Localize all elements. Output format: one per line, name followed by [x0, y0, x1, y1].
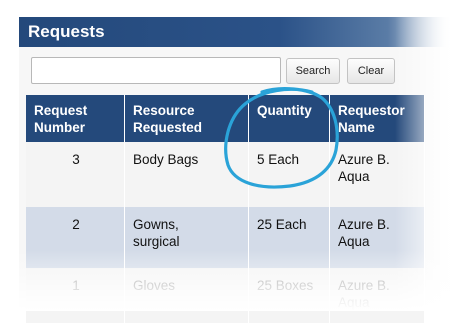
cell-requestor: Azure B. Aqua — [329, 142, 425, 207]
cell-request-number: 1 — [26, 268, 125, 323]
cell-requestor: Azure B. Aqua — [329, 268, 425, 323]
column-header-requestor-name[interactable]: Requestor Name — [329, 95, 425, 142]
panel-header: Requests — [19, 17, 453, 47]
requests-table: Request Number Resource Requested Quantity… — [26, 95, 425, 323]
cell-quantity: 25 Each — [248, 207, 330, 268]
search-button[interactable]: Search — [286, 58, 340, 84]
cell-resource: Gowns, surgical — [124, 207, 249, 268]
clear-button[interactable]: Clear — [347, 58, 395, 84]
table-header-row: Request Number Resource Requested Quantity… — [26, 95, 425, 142]
table-row[interactable]: 2 Gowns, surgical 25 Each Azure B. Aqua — [26, 207, 425, 268]
table-row[interactable]: 3 Body Bags 5 Each Azure B. Aqua — [26, 142, 425, 207]
search-bar: Search Clear — [19, 47, 453, 93]
cell-quantity: 5 Each — [248, 142, 330, 207]
requests-panel: Requests Search Clear Request Number Reso… — [19, 17, 453, 323]
column-header-resource-requested[interactable]: Resource Requested — [124, 95, 249, 142]
cell-request-number: 3 — [26, 142, 125, 207]
cell-requestor: Azure B. Aqua — [329, 207, 425, 268]
panel-title: Requests — [28, 22, 105, 41]
column-header-request-number[interactable]: Request Number — [26, 95, 125, 142]
search-input[interactable] — [31, 57, 281, 84]
cell-request-number: 2 — [26, 207, 125, 268]
table-row[interactable]: 1 Gloves 25 Boxes Azure B. Aqua — [26, 268, 425, 323]
cell-resource: Body Bags — [124, 142, 249, 207]
cell-resource: Gloves — [124, 268, 249, 323]
column-header-quantity[interactable]: Quantity — [248, 95, 330, 142]
cell-quantity: 25 Boxes — [248, 268, 330, 323]
